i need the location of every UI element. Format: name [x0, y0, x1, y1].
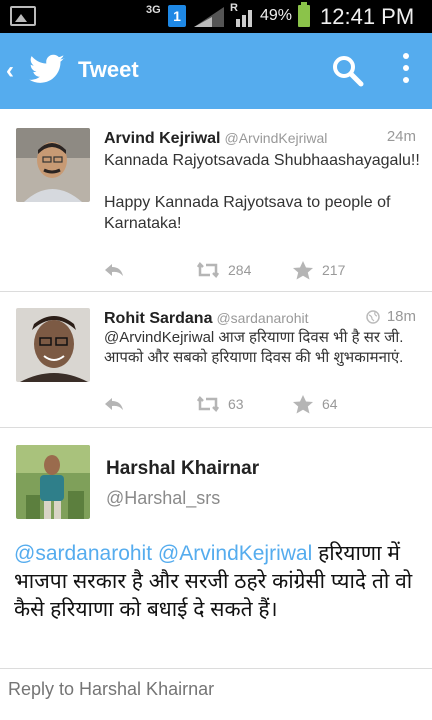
status-bar: 3G 1 R 49% 12:41 PM: [0, 0, 432, 33]
retweet-icon: [196, 396, 220, 412]
reply-icon: [105, 398, 123, 410]
reply-icon: [105, 264, 123, 276]
author-handle: @ArvindKejriwal: [224, 130, 328, 146]
reply-button[interactable]: [104, 392, 132, 416]
tweet-text: Kannada Rajyotsavada Shubhaashayagalu!! …: [104, 152, 420, 232]
network-type: 3G: [146, 4, 161, 16]
retweet-button[interactable]: 284: [196, 258, 251, 282]
reply-bar: [0, 668, 432, 720]
page-title: Tweet: [78, 57, 139, 82]
mention-link[interactable]: @ArvindKejriwal: [158, 542, 312, 565]
tweet-timestamp: 18m: [386, 308, 416, 325]
retweet-icon: [196, 262, 220, 278]
signal-icon: [194, 7, 224, 27]
favorite-count: 64: [322, 396, 338, 412]
back-chevron-icon[interactable]: ‹: [6, 57, 14, 85]
star-icon: [293, 261, 313, 280]
tweet-author[interactable]: Arvind Kejriwal @ArvindKejriwal: [104, 130, 327, 148]
author-handle: @sardanarohit: [216, 310, 309, 326]
battery-charging-icon: [298, 2, 310, 27]
tweet-text: @ArvindKejriwal आज हरियाणा दिवस भी है सर…: [104, 329, 404, 366]
action-bar: ‹ Tweet: [0, 33, 432, 109]
mention-link[interactable]: @sardanarohit: [14, 542, 152, 565]
tweet-item[interactable]: Arvind Kejriwal @ArvindKejriwal 24m Kanna…: [0, 110, 432, 292]
retweet-count: 63: [228, 396, 244, 412]
star-icon: [293, 395, 313, 414]
tweet-author[interactable]: Rohit Sardana @sardanarohit: [104, 310, 309, 328]
avatar[interactable]: [16, 128, 90, 202]
detail-tweet-text: @sardanarohit @ArvindKejriwal हरियाणा मे…: [14, 540, 424, 624]
sim-indicator: 1: [168, 5, 186, 27]
detail-author-handle[interactable]: @Harshal_srs: [106, 488, 220, 509]
favorite-button[interactable]: 64: [292, 392, 338, 416]
detail-author-name[interactable]: Harshal Khairnar: [106, 458, 259, 480]
overflow-menu-icon[interactable]: [398, 53, 414, 89]
tweet-actions: 63 64: [104, 392, 420, 416]
clock: 12:41 PM: [320, 4, 415, 29]
twitter-bird-icon[interactable]: [26, 51, 68, 89]
avatar[interactable]: [16, 308, 90, 382]
tweet-actions: 284 217: [104, 258, 420, 282]
search-icon[interactable]: [330, 53, 364, 87]
avatar[interactable]: [16, 445, 90, 519]
favorite-button[interactable]: 217: [292, 258, 345, 282]
location-globe-icon: [366, 310, 380, 324]
reply-button[interactable]: [104, 258, 132, 282]
favorite-count: 217: [322, 262, 346, 278]
tweet-item[interactable]: Rohit Sardana @sardanarohit 18m @ArvindKe…: [0, 292, 432, 428]
tweet-timestamp: 24m: [386, 128, 416, 145]
retweet-count: 284: [228, 262, 252, 278]
author-name: Arvind Kejriwal: [104, 130, 221, 147]
author-name: Rohit Sardana: [104, 310, 213, 327]
reply-input[interactable]: [8, 679, 418, 700]
gallery-notification-icon: [10, 6, 36, 26]
battery-percent: 49%: [260, 7, 293, 24]
retweet-button[interactable]: 63: [196, 392, 244, 416]
signal-2-icon: [236, 10, 252, 27]
